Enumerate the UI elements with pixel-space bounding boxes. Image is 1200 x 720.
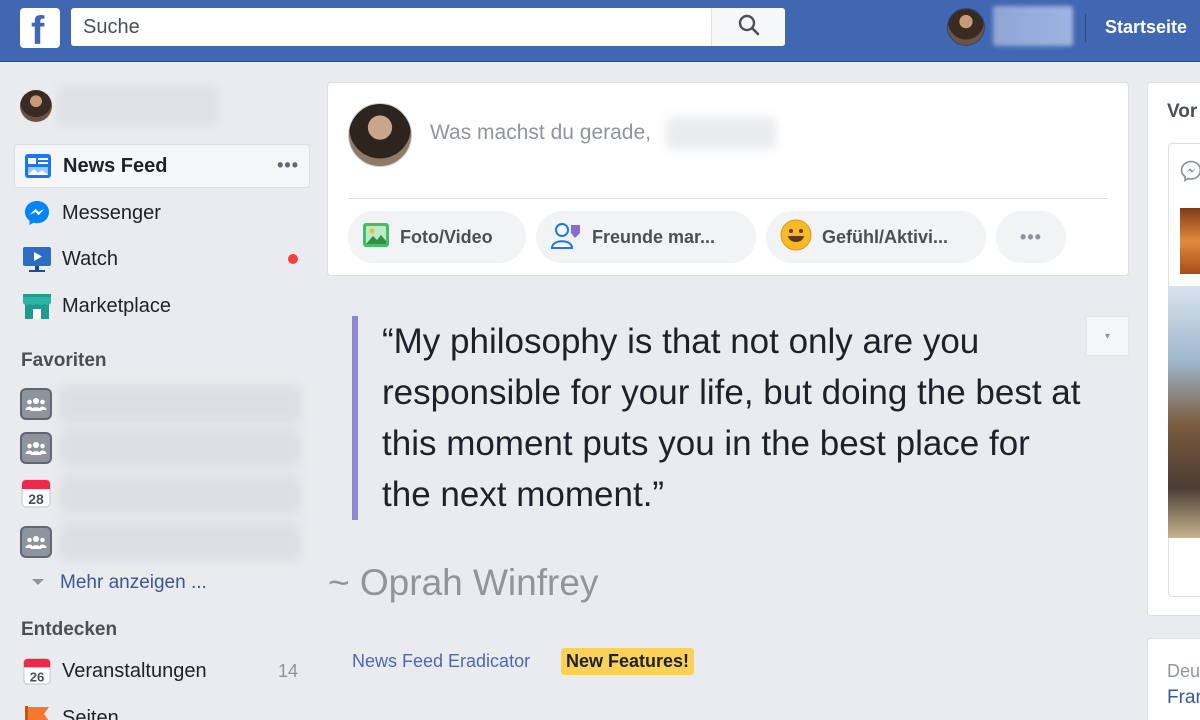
calendar-icon: 28 xyxy=(20,477,52,514)
photo-icon xyxy=(362,221,390,254)
more-actions-button[interactable]: ••• xyxy=(996,211,1066,263)
group-icon xyxy=(20,388,52,420)
quote-accent-bar xyxy=(352,316,358,520)
sidebar-item-label: Seiten xyxy=(62,706,119,720)
photo-video-button[interactable]: Foto/Video xyxy=(348,211,526,263)
tag-friends-button[interactable]: Freunde mar... xyxy=(536,211,756,263)
explore-section-title: Entdecken xyxy=(21,619,118,640)
sidebar-item-news-feed[interactable]: News Feed ••• xyxy=(14,144,310,188)
sidebar-profile[interactable] xyxy=(20,86,218,126)
chevron-down-icon: ▾ xyxy=(1104,330,1111,342)
tag-friends-label: Freunde mar... xyxy=(592,226,716,247)
composer-input[interactable]: Was machst du gerade, xyxy=(430,121,651,145)
language-current: Deu xyxy=(1167,661,1200,681)
sidebar-item-marketplace[interactable]: Marketplace xyxy=(14,284,310,328)
messenger-icon[interactable] xyxy=(1177,154,1200,188)
watch-icon xyxy=(22,244,52,274)
sidebar-item-events[interactable]: 26 Veranstaltungen 14 xyxy=(14,649,310,693)
favorite-item[interactable] xyxy=(20,428,310,468)
news-feed-icon xyxy=(23,151,53,181)
new-features-badge[interactable]: New Features! xyxy=(561,648,695,675)
favorite-name-blurred xyxy=(60,523,300,561)
feeling-activity-button[interactable]: Gefühl/Aktivi... xyxy=(766,211,986,263)
favorite-item[interactable] xyxy=(20,384,310,424)
tag-friends-icon xyxy=(550,221,582,254)
right-card-title: Vor xyxy=(1167,101,1198,122)
sidebar-item-messenger[interactable]: Messenger xyxy=(14,191,310,235)
search-button[interactable] xyxy=(711,8,785,46)
favorite-item[interactable]: 28 xyxy=(20,475,310,515)
messenger-icon xyxy=(22,198,52,228)
emoji-icon xyxy=(780,219,812,256)
search-input[interactable] xyxy=(71,8,711,46)
home-link[interactable]: Startseite xyxy=(1105,17,1187,38)
favorite-name-blurred xyxy=(60,429,300,467)
sidebar-item-label: Messenger xyxy=(62,201,161,224)
post-composer: Was machst du gerade, Foto/Video Freunde… xyxy=(327,82,1129,276)
notification-dot xyxy=(288,254,298,264)
facebook-logo-letter: f xyxy=(31,9,45,48)
chevron-down-icon xyxy=(30,574,46,592)
top-navigation-bar: f Startseite xyxy=(0,0,1200,62)
sidebar-profile-name-blurred xyxy=(58,86,218,126)
sidebar-item-label: News Feed xyxy=(63,154,168,177)
sidebar-avatar xyxy=(20,90,52,122)
calendar-icon: 26 xyxy=(22,656,52,686)
group-icon xyxy=(20,432,52,464)
quote-text: “My philosophy is that not only are you … xyxy=(382,322,1081,514)
sidebar-item-label: Marketplace xyxy=(62,294,171,317)
profile-avatar[interactable] xyxy=(947,8,985,46)
favorite-item[interactable] xyxy=(20,522,310,562)
composer-name-blurred xyxy=(666,117,776,149)
favorite-name-blurred xyxy=(60,476,300,514)
show-more-link[interactable]: Mehr anzeigen ... xyxy=(30,572,207,594)
photo-video-label: Foto/Video xyxy=(400,226,493,247)
sidebar-item-label: Veranstaltungen xyxy=(62,659,207,682)
sidebar-item-watch[interactable]: Watch xyxy=(14,237,310,281)
more-options-icon[interactable]: ••• xyxy=(277,155,299,176)
favorite-name-blurred xyxy=(60,385,300,423)
story-thumbnail[interactable] xyxy=(1180,208,1200,274)
language-option-link[interactable]: Fran xyxy=(1167,687,1200,709)
sidebar-item-pages[interactable]: Seiten xyxy=(14,696,310,720)
topbar-divider xyxy=(1085,14,1086,42)
profile-name-blurred[interactable] xyxy=(993,6,1073,46)
composer-avatar xyxy=(348,103,412,167)
group-icon xyxy=(20,526,52,558)
composer-divider xyxy=(348,198,1108,199)
feeling-activity-label: Gefühl/Aktivi... xyxy=(822,226,949,247)
search-icon xyxy=(738,14,760,41)
calendar-day-number: 28 xyxy=(28,491,44,507)
facebook-logo[interactable]: f xyxy=(20,8,60,48)
search-box xyxy=(71,8,785,46)
left-sidebar: News Feed ••• Messenger Watch Marketplac… xyxy=(0,62,320,720)
news-feed-eradicator-link[interactable]: News Feed Eradicator xyxy=(352,651,530,672)
story-thumbnail[interactable] xyxy=(1168,286,1200,538)
right-language-card: Deu Fran xyxy=(1147,638,1200,720)
calendar-day-number: 26 xyxy=(30,669,45,684)
marketplace-icon xyxy=(22,291,52,321)
favorites-section-title: Favoriten xyxy=(21,350,107,371)
quote-author: ~ Oprah Winfrey xyxy=(328,562,599,603)
flag-icon xyxy=(22,703,52,720)
events-count: 14 xyxy=(277,661,298,681)
quote-options-button[interactable]: ▾ xyxy=(1086,316,1129,356)
sidebar-item-label: Watch xyxy=(62,247,118,270)
show-more-label: Mehr anzeigen ... xyxy=(60,572,207,593)
more-icon: ••• xyxy=(1020,226,1042,247)
